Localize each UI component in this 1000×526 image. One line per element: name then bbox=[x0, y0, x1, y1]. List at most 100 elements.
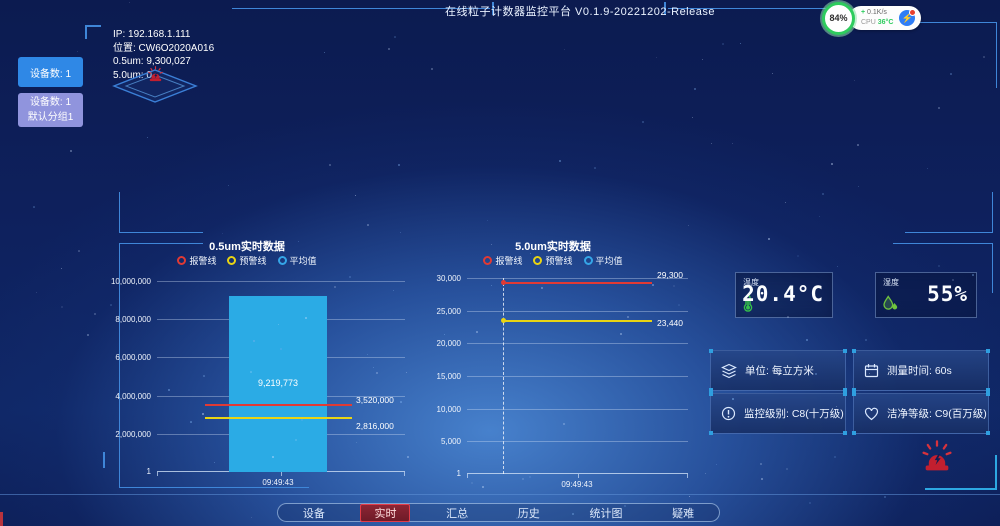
star-decoration bbox=[228, 185, 229, 186]
star-decoration bbox=[694, 88, 696, 90]
star-decoration bbox=[355, 195, 356, 196]
legend-item[interactable]: 报警线 bbox=[177, 254, 216, 267]
corner-bottom-right-h bbox=[925, 488, 997, 490]
star-decoration bbox=[129, 2, 130, 3]
chart-50um-plot: 30,00025,00020,00015,00010,0005,000109:4… bbox=[467, 278, 688, 474]
default-group-button[interactable]: 设备数: 1 默认分组1 bbox=[18, 93, 83, 127]
chart1-legend[interactable]: 报警线 预警线平均值 bbox=[127, 254, 367, 267]
nav-tab-devices[interactable]: 设备 bbox=[289, 504, 339, 522]
chart2-legend[interactable]: 报警线 预警线 平均值 bbox=[433, 254, 673, 267]
star-decoration bbox=[656, 57, 657, 58]
legend-item[interactable]: 平均值 bbox=[278, 254, 317, 267]
panel-left-v1 bbox=[119, 192, 120, 232]
y-axis-tick-label: 30,000 bbox=[395, 274, 461, 283]
legend-item[interactable]: 报警线 bbox=[483, 254, 522, 267]
warning-line-label: 2,816,000 bbox=[356, 421, 394, 431]
panel-bottom-left-h bbox=[119, 487, 309, 488]
clean-level-card: 洁净等级: C9(百万级) bbox=[853, 393, 989, 434]
legend-dot-icon bbox=[278, 256, 287, 265]
grid-line bbox=[467, 278, 688, 279]
star-decoration bbox=[388, 48, 390, 50]
system-monitor-widget[interactable]: 84% + 0.1K/s CPU 36°C ⚡ bbox=[822, 4, 921, 32]
star-decoration bbox=[689, 496, 690, 497]
y-axis-tick-label: 20,000 bbox=[395, 339, 461, 348]
unit-card: 单位: 每立方米 bbox=[710, 350, 846, 391]
grid-line bbox=[467, 376, 688, 377]
grid-line bbox=[467, 409, 688, 410]
star-decoration bbox=[822, 193, 824, 195]
star-decoration bbox=[983, 56, 985, 58]
clean-level-icon bbox=[864, 407, 879, 421]
star-decoration bbox=[884, 496, 886, 498]
star-decoration bbox=[732, 143, 733, 144]
legend-label: 预警线 bbox=[239, 254, 266, 267]
star-decoration bbox=[78, 250, 80, 252]
device-count-button[interactable]: 设备数: 1 bbox=[18, 57, 83, 87]
star-decoration bbox=[559, 160, 561, 162]
x-axis-tick bbox=[467, 474, 468, 478]
star-decoration bbox=[400, 232, 401, 233]
measure-time-card: 测量时间: 60s bbox=[853, 350, 989, 391]
cpu-label: CPU bbox=[861, 19, 876, 26]
system-stats-pill[interactable]: + 0.1K/s CPU 36°C ⚡ bbox=[849, 6, 921, 30]
device-location: 位置: CW6O2020A016 bbox=[113, 42, 214, 56]
x-axis-tick bbox=[281, 472, 282, 476]
star-decoration bbox=[809, 502, 811, 504]
y-axis-tick-label: 25,000 bbox=[395, 307, 461, 316]
star-decoration bbox=[431, 68, 433, 70]
panel-right-h1 bbox=[905, 232, 993, 233]
chart-05um-plot: 10,000,0008,000,0006,000,0004,000,0002,0… bbox=[157, 281, 405, 472]
grid-line bbox=[467, 441, 688, 442]
corner-bracket-top-left-v bbox=[85, 25, 87, 39]
star-decoration bbox=[797, 255, 799, 257]
monitor-level-card: 监控级别: C8(十万级) bbox=[710, 393, 846, 434]
star-decoration bbox=[61, 268, 62, 269]
nav-tab-history[interactable]: 历史 bbox=[504, 504, 554, 522]
legend-item[interactable]: 预警线 bbox=[227, 254, 266, 267]
legend-label: 预警线 bbox=[545, 254, 572, 267]
star-decoration bbox=[938, 107, 940, 109]
star-decoration bbox=[70, 150, 72, 152]
grid-line bbox=[157, 281, 405, 282]
y-axis-tick-label: 5,000 bbox=[395, 437, 461, 446]
star-decoration bbox=[394, 36, 396, 38]
panel-right-v1 bbox=[992, 192, 993, 232]
star-decoration bbox=[768, 238, 770, 240]
star-decoration bbox=[806, 339, 808, 341]
grid-line bbox=[467, 343, 688, 344]
star-decoration bbox=[740, 43, 741, 44]
droplet-icon bbox=[882, 295, 898, 312]
star-decoration bbox=[834, 456, 836, 458]
star-decoration bbox=[692, 117, 693, 118]
star-decoration bbox=[642, 121, 644, 123]
nav-tab-issues[interactable]: 疑难 bbox=[658, 504, 708, 522]
temperature-panel: 温度 20.4°C bbox=[735, 272, 833, 318]
star-decoration bbox=[857, 144, 859, 146]
nav-tab-realtime[interactable]: 实时 bbox=[360, 504, 410, 522]
warning-line bbox=[205, 417, 352, 419]
nav-tab-statistics[interactable]: 统计图 bbox=[575, 504, 636, 522]
legend-item[interactable]: 平均值 bbox=[584, 254, 623, 267]
page-title: 在线粒子计数器监控平台 V0.1.9-20221202-Release bbox=[400, 3, 760, 19]
legend-label: 报警线 bbox=[189, 254, 216, 267]
legend-label: 平均值 bbox=[596, 254, 623, 267]
alarm-line bbox=[503, 282, 652, 284]
device-node-diamond[interactable] bbox=[112, 64, 198, 104]
legend-dot-icon bbox=[227, 256, 236, 265]
x-axis-label: 09:49:43 bbox=[238, 478, 318, 487]
legend-item[interactable]: 预警线 bbox=[533, 254, 572, 267]
star-decoration bbox=[251, 517, 252, 518]
star-decoration bbox=[705, 473, 706, 474]
star-decoration bbox=[147, 137, 148, 138]
y-axis-tick-label: 1 bbox=[395, 469, 461, 478]
nav-tab-summary[interactable]: 汇总 bbox=[432, 504, 482, 522]
clean-level-text: 洁净等级: C9(百万级) bbox=[887, 406, 987, 421]
alarm-siren-icon[interactable] bbox=[920, 440, 954, 474]
memory-percent-badge[interactable]: 84% bbox=[822, 2, 855, 35]
bar-value-label: 9,219,773 bbox=[229, 378, 327, 388]
star-decoration bbox=[716, 464, 717, 465]
extension-icon[interactable]: ⚡ bbox=[899, 10, 915, 26]
star-decoration bbox=[222, 233, 223, 234]
particle-monitor-dashboard: 在线粒子计数器监控平台 V0.1.9-20221202-Release 84% … bbox=[0, 0, 1000, 526]
star-decoration bbox=[858, 186, 859, 187]
